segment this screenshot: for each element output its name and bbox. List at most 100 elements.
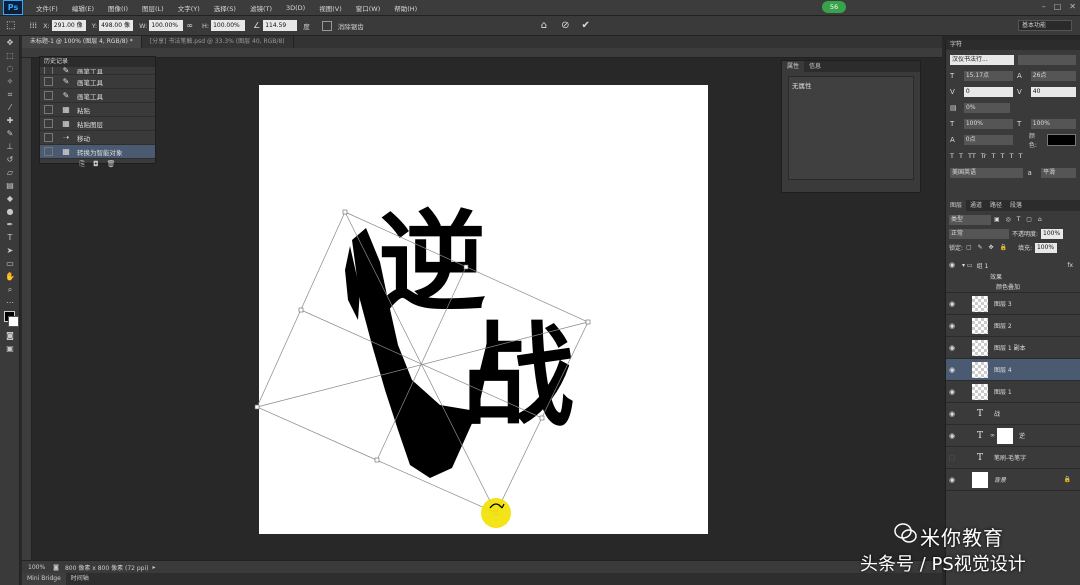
- brush-icon: ✎: [62, 67, 70, 75]
- layer-row[interactable]: ▢ T 笔刷-毛笔字: [946, 447, 1080, 469]
- hidden-eye-icon[interactable]: ▢: [946, 454, 958, 462]
- watermark-account: 头条号 / PS视觉设计: [860, 554, 1026, 575]
- trash-icon[interactable]: 🗑: [107, 159, 116, 170]
- leading-field[interactable]: 26点: [1030, 70, 1077, 81]
- doc-info-icon[interactable]: ◙: [53, 564, 59, 571]
- history-item[interactable]: ✎ 画笔工具: [40, 75, 155, 89]
- effects-row[interactable]: 效果: [946, 271, 1080, 281]
- layer-row[interactable]: ◉ 图层 1 副本: [946, 337, 1080, 359]
- filter-icons[interactable]: ▣ ◎ T ▢ ⌂: [994, 216, 1044, 223]
- underline-button[interactable]: T: [1009, 152, 1013, 160]
- layer-name: 图层 1: [994, 389, 1012, 396]
- font-style-select[interactable]: [1018, 54, 1076, 65]
- layer-thumbnail: [972, 339, 988, 356]
- scale-field[interactable]: 0%: [964, 102, 1010, 113]
- history-item[interactable]: ✎ 画笔工具: [40, 89, 155, 103]
- faux-bold-button[interactable]: T: [950, 152, 954, 160]
- history-item[interactable]: ✎ 画笔工具: [40, 67, 155, 75]
- status-arrow-icon[interactable]: ▸: [152, 564, 155, 571]
- font-family-select[interactable]: 汉仪书法行...: [950, 54, 1014, 65]
- tab-channels[interactable]: 通道: [966, 200, 986, 211]
- opacity-field[interactable]: 100%: [1041, 228, 1064, 239]
- fill-field[interactable]: 100%: [1034, 242, 1057, 253]
- history-item-label: 粘贴图层: [77, 120, 103, 129]
- layer-icon: ▦: [62, 105, 70, 114]
- history-item[interactable]: ▦ 转换为智能对象: [40, 145, 155, 159]
- layer-filter-select[interactable]: 类型: [949, 214, 991, 225]
- layer-group-row[interactable]: ◉ ▾ ▭ 组 1 fx: [946, 259, 1080, 271]
- transform-handle-left[interactable]: [254, 404, 260, 410]
- visibility-eye-icon[interactable]: ◉: [946, 344, 958, 352]
- visibility-eye-icon[interactable]: ◉: [946, 322, 958, 330]
- layer-row[interactable]: ◉ T ∞ 逆: [946, 425, 1080, 447]
- history-item-label: 转换为智能对象: [77, 148, 123, 157]
- layer-row[interactable]: ◉ 图层 1: [946, 381, 1080, 403]
- tab-info[interactable]: 信息: [804, 61, 826, 72]
- subscript-button[interactable]: T: [1000, 152, 1004, 160]
- layer-row[interactable]: ◉ 图层 3: [946, 293, 1080, 315]
- language-select[interactable]: 美国英语: [950, 167, 1024, 178]
- history-checkbox[interactable]: [44, 67, 53, 74]
- strikethrough-button[interactable]: T: [1018, 152, 1022, 160]
- visibility-eye-icon[interactable]: ◉: [946, 410, 958, 418]
- history-item[interactable]: ➝ 移动: [40, 131, 155, 145]
- font-size-field[interactable]: 15.17点: [963, 70, 1013, 81]
- transform-handle-right[interactable]: [585, 319, 591, 325]
- history-checkbox[interactable]: [44, 77, 53, 86]
- layer-row-selected[interactable]: ◉ 图层 4: [946, 359, 1080, 381]
- history-item-label: 移动: [77, 134, 90, 143]
- history-checkbox[interactable]: [44, 133, 53, 142]
- tab-paths[interactable]: 路径: [986, 200, 1006, 211]
- history-checkbox[interactable]: [44, 119, 53, 128]
- tab-mini-bridge[interactable]: Mini Bridge: [22, 573, 66, 585]
- baseline-field[interactable]: 0点: [963, 134, 1013, 145]
- vertical-scale-icon: T: [950, 119, 955, 128]
- visibility-eye-icon[interactable]: ◉: [946, 261, 958, 269]
- layer-row[interactable]: ◉ 图层 2: [946, 315, 1080, 337]
- faux-italic-button[interactable]: T: [959, 152, 963, 160]
- history-checkbox[interactable]: [44, 147, 53, 156]
- lock-icon: 🔒: [1063, 476, 1071, 483]
- transform-handle-top-right[interactable]: [463, 264, 469, 270]
- visibility-eye-icon[interactable]: ◉: [946, 366, 958, 374]
- history-item[interactable]: ▦ 粘贴: [40, 103, 155, 117]
- tab-layers[interactable]: 图层: [946, 200, 967, 211]
- zoom-level[interactable]: 100%: [28, 564, 45, 571]
- tab-timeline[interactable]: 时间轴: [66, 573, 94, 585]
- fx-icon: fx: [1067, 261, 1073, 269]
- small-caps-button[interactable]: Tr: [981, 152, 987, 160]
- transform-handle-bottom-right[interactable]: [539, 415, 545, 421]
- lock-icons[interactable]: ▢ ✎ ✥ 🔒: [966, 244, 1009, 251]
- layer-row[interactable]: ◉ T 战: [946, 403, 1080, 425]
- layers-tabs: 图层 通道 路径 段落: [946, 200, 1080, 211]
- history-checkbox[interactable]: [44, 91, 53, 100]
- visibility-eye-icon[interactable]: ◉: [946, 432, 958, 440]
- effect-row[interactable]: 颜色叠加: [946, 281, 1080, 293]
- snapshot-icon[interactable]: ◘: [93, 159, 99, 170]
- visibility-eye-icon[interactable]: ◉: [946, 476, 958, 484]
- superscript-button[interactable]: T: [991, 152, 995, 160]
- kerning-field[interactable]: 0: [963, 86, 1013, 97]
- text-color-swatch[interactable]: [1046, 133, 1077, 146]
- properties-body: 无属性: [788, 76, 914, 180]
- layer-name: 图层 3: [994, 301, 1012, 308]
- visibility-eye-icon[interactable]: ◉: [946, 300, 958, 308]
- transform-handle-top[interactable]: [342, 209, 348, 215]
- anti-alias-select[interactable]: 平滑: [1041, 167, 1076, 178]
- new-document-icon[interactable]: ⎘: [79, 159, 85, 170]
- tab-paragraph[interactable]: 段落: [1006, 200, 1026, 211]
- vertical-scale-field[interactable]: 100%: [963, 118, 1013, 129]
- tab-properties[interactable]: 属性: [782, 61, 805, 72]
- history-checkbox[interactable]: [44, 105, 53, 114]
- visibility-eye-icon[interactable]: ◉: [946, 388, 958, 396]
- layer-row[interactable]: ◉ 背景 🔒: [946, 469, 1080, 491]
- transform-handle-top-left[interactable]: [298, 307, 304, 313]
- history-item[interactable]: ▦ 粘贴图层: [40, 117, 155, 131]
- brush-icon: ✎: [62, 91, 70, 100]
- transform-handle-bottom-left[interactable]: [374, 457, 380, 463]
- tracking-field[interactable]: 40: [1030, 86, 1077, 97]
- blend-mode-select[interactable]: 正常: [949, 228, 1009, 239]
- layer-name: 战: [994, 411, 1001, 418]
- all-caps-button[interactable]: TT: [968, 152, 976, 160]
- horizontal-scale-field[interactable]: 100%: [1030, 118, 1077, 129]
